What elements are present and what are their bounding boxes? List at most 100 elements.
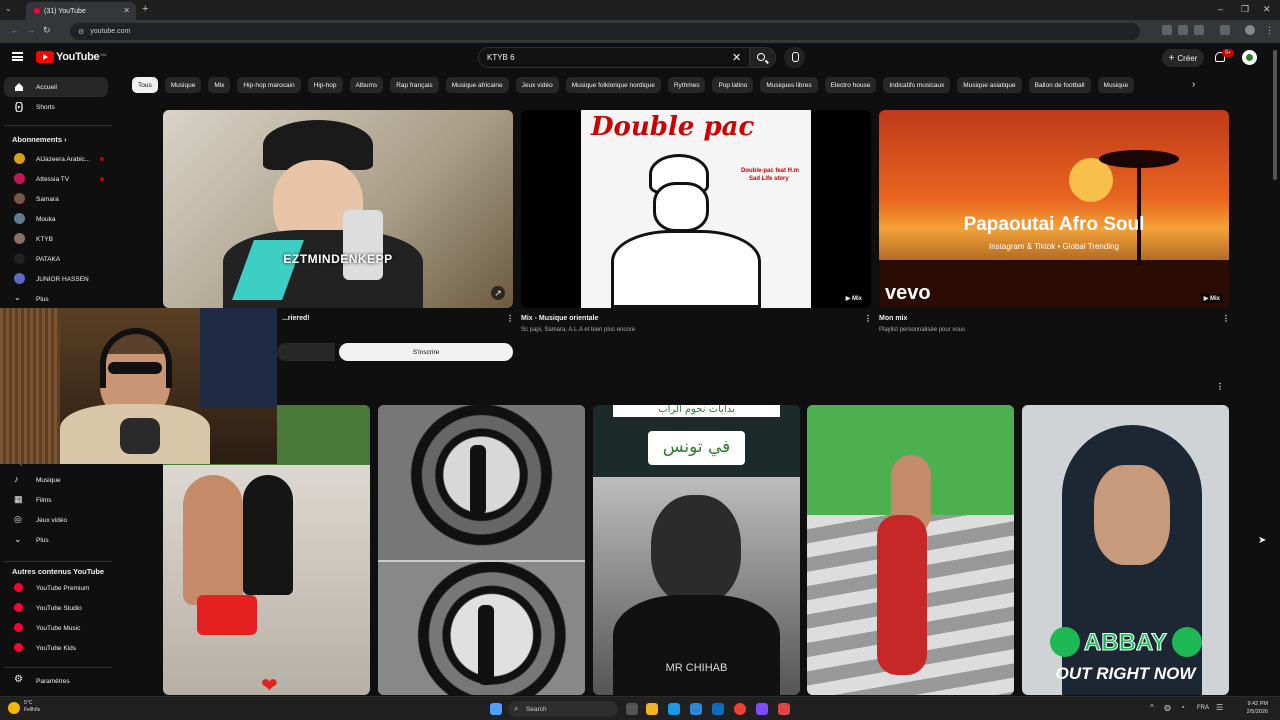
sidebar-subscription-item[interactable]: Samara xyxy=(4,189,108,209)
task-view-icon[interactable] xyxy=(626,703,638,715)
subscriptions-header[interactable]: Abonnements › xyxy=(12,135,67,144)
profile-icon[interactable] xyxy=(1245,25,1255,35)
chevron-up-icon[interactable]: ^ xyxy=(1150,703,1154,712)
taskbar-search[interactable]: ⌕ Search xyxy=(508,701,618,717)
sidebar-item-explore[interactable]: ◎ Jeux vidéo xyxy=(4,510,108,530)
voice-search-button[interactable] xyxy=(784,47,805,68)
windows-start-icon[interactable] xyxy=(490,703,502,715)
filter-chip[interactable]: Musique xyxy=(1097,77,1135,93)
filter-chip[interactable]: Rap français xyxy=(390,77,439,93)
filter-chip[interactable]: Ballon de football xyxy=(1028,77,1091,93)
cast-icon[interactable] xyxy=(1178,25,1188,35)
sidebar-item-youtube-product[interactable]: YouTube Kids xyxy=(4,638,108,658)
app-icon[interactable] xyxy=(778,703,790,715)
filter-chip[interactable]: Pop latino xyxy=(712,77,754,93)
video-title[interactable]: ...riered! xyxy=(282,315,310,322)
filter-chip[interactable]: Mix xyxy=(208,77,231,93)
chrome-icon[interactable] xyxy=(734,703,746,715)
more-actions-icon[interactable]: ⋮ xyxy=(864,314,872,323)
filter-chip[interactable]: Hip-hop marocain xyxy=(237,77,301,93)
back-icon[interactable]: ← xyxy=(10,25,19,35)
filter-chip[interactable]: Musiques libres xyxy=(760,77,818,93)
video-thumbnail[interactable]: Papaoutai Afro Soul Instagram & Tiktok •… xyxy=(879,110,1229,308)
account-avatar[interactable] xyxy=(1242,50,1257,65)
reload-icon[interactable]: ↻ xyxy=(43,25,51,36)
site-info-icon[interactable]: ⚙ xyxy=(78,28,84,36)
search-input[interactable]: KTYB 6 xyxy=(478,47,750,68)
sidebar-item-youtube-product[interactable]: YouTube Premium xyxy=(4,578,108,598)
system-clock[interactable]: 9:42 PM 2/5/2026 xyxy=(1247,700,1268,716)
translate-icon[interactable] xyxy=(1162,25,1172,35)
video-title[interactable]: Mon mix xyxy=(879,315,907,322)
sidebar-item-explore[interactable]: ⌄ Plus xyxy=(4,530,108,550)
filter-chip[interactable]: Electro house xyxy=(824,77,877,93)
filter-chip[interactable]: Jeux vidéo xyxy=(515,77,559,93)
filter-chip[interactable]: Albums xyxy=(349,77,384,93)
create-button[interactable]: + Créer xyxy=(1162,49,1204,67)
download-icon[interactable] xyxy=(1194,25,1204,35)
minimize-icon[interactable]: – xyxy=(1218,4,1223,14)
sidebar-subscription-item[interactable]: Attessia TV xyxy=(4,169,108,189)
tab-search-icon[interactable]: ⌄ xyxy=(5,4,12,13)
volume-icon[interactable]: ◔ xyxy=(1180,703,1185,712)
short-thumbnail[interactable] xyxy=(378,405,585,695)
sidebar-subscription-item[interactable]: AlJazeera Arabic... xyxy=(4,149,108,169)
new-tab-icon[interactable]: + xyxy=(142,3,148,15)
more-actions-icon[interactable]: ⋮ xyxy=(506,314,514,323)
close-tab-icon[interactable]: ✕ xyxy=(123,6,130,15)
sidebar-subscription-item[interactable]: Mouka xyxy=(4,209,108,229)
network-icon[interactable]: ◍ xyxy=(1164,703,1171,712)
forward-icon[interactable]: → xyxy=(26,25,35,35)
filter-chip[interactable]: Hip-hop xyxy=(307,77,343,93)
store-icon[interactable] xyxy=(690,703,702,715)
sidebar-item-shorts[interactable]: Shorts xyxy=(4,97,108,117)
filter-chip[interactable]: Indicatifs musicaux xyxy=(883,77,951,93)
mail-icon[interactable] xyxy=(712,703,724,715)
menu-icon[interactable] xyxy=(12,52,23,61)
sidebar-item-explore[interactable]: ♪ Musique xyxy=(4,470,108,490)
filter-chip[interactable]: Musique asiatique xyxy=(957,77,1022,93)
filter-chip[interactable]: Musique xyxy=(164,77,202,93)
sidebar-subscription-item[interactable]: KTYB xyxy=(4,229,108,249)
sidebar-subscription-item[interactable]: PATAKA xyxy=(4,249,108,269)
short-thumbnail[interactable]: ABBAY OUT RIGHT NOW xyxy=(1022,405,1229,695)
browser-menu-icon[interactable]: ⋮ xyxy=(1265,25,1274,36)
language-indicator[interactable]: FRA xyxy=(1197,705,1209,711)
sidebar-subscription-item[interactable]: JUNIOR HASSEN xyxy=(4,269,108,289)
browser-tab[interactable]: (31) YouTube ✕ xyxy=(26,2,136,20)
subscribe-button[interactable]: S'inscrire xyxy=(339,343,513,361)
video-title[interactable]: Mix - Musique orientale xyxy=(521,315,598,322)
maximize-icon[interactable]: ❐ xyxy=(1241,4,1249,15)
edge-icon[interactable] xyxy=(668,703,680,715)
file-explorer-icon[interactable] xyxy=(646,703,658,715)
filter-chip[interactable]: Musique folklorique nordique xyxy=(565,77,661,93)
sidebar-item-home[interactable]: Accueil xyxy=(4,77,108,97)
search-button[interactable] xyxy=(750,47,776,68)
filter-chip[interactable]: Rythmes xyxy=(667,77,706,93)
video-thumbnail[interactable]: Double pac Double-pac feat H.m Sad Life … xyxy=(521,110,871,308)
wifi-icon[interactable]: ☰ xyxy=(1216,703,1223,712)
weather-widget[interactable]: 5°C Fellhős xyxy=(24,700,40,714)
sidebar-item-explore[interactable]: ▦ Films xyxy=(4,490,108,510)
channel-button[interactable] xyxy=(277,343,335,361)
clear-search-icon[interactable]: ✕ xyxy=(732,51,741,64)
shorts-more-icon[interactable]: ⋮ xyxy=(1216,382,1224,391)
video-thumbnail[interactable]: EZTMINDENKEPP ↗ xyxy=(163,110,513,308)
page-scrollbar[interactable] xyxy=(1273,50,1277,180)
sidebar-item-youtube-product[interactable]: YouTube Studio xyxy=(4,598,108,618)
short-thumbnail[interactable]: بدايات نجوم الراب في تونس MR CHIHAB xyxy=(593,405,800,695)
sidebar-item-settings[interactable]: ⚙ Paramètres xyxy=(4,671,108,691)
extensions-icon[interactable] xyxy=(1220,25,1230,35)
chevron-right-icon[interactable]: › xyxy=(1192,79,1195,90)
sidebar-item-more-subs[interactable]: ⌄ Plus xyxy=(4,289,108,309)
filter-chip[interactable]: Tous xyxy=(132,77,158,93)
window-close-icon[interactable]: ✕ xyxy=(1263,4,1271,15)
more-actions-icon[interactable]: ⋮ xyxy=(1222,314,1230,323)
address-bar[interactable]: ⚙ youtube.com xyxy=(70,23,1140,40)
short-thumbnail[interactable] xyxy=(807,405,1014,695)
youtube-logo[interactable]: YouTube MU xyxy=(36,51,107,63)
sidebar-item-youtube-product[interactable]: YouTube Music xyxy=(4,618,108,638)
discord-icon[interactable] xyxy=(756,703,768,715)
external-link-icon[interactable]: ↗ xyxy=(491,286,505,300)
filter-chip[interactable]: Musique africaine xyxy=(445,77,509,93)
